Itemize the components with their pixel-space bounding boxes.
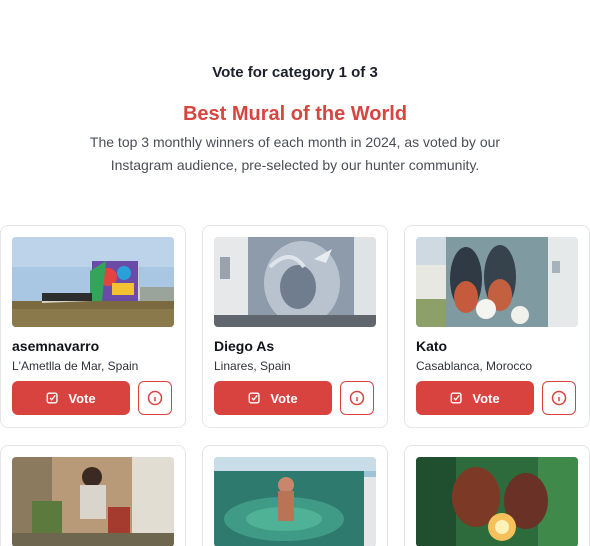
mural-photo[interactable] — [214, 457, 376, 546]
mural-photo[interactable] — [416, 457, 578, 546]
mural-card — [404, 445, 590, 546]
vote-label: Vote — [68, 390, 96, 406]
info-button[interactable] — [340, 381, 374, 415]
mural-location: Linares, Spain — [214, 359, 291, 373]
info-circle-icon — [147, 390, 163, 406]
category-step: Vote for category 1 of 3 — [212, 64, 378, 81]
mural-photo[interactable] — [12, 457, 174, 546]
mural-photo[interactable] — [214, 237, 376, 327]
mural-location: L'Ametlla de Mar, Spain — [12, 359, 139, 373]
checkbox-edit-icon — [249, 392, 261, 404]
mural-location: Casablanca, Morocco — [416, 359, 533, 373]
mural-card: asemnavarro L'Ametlla de Mar, Spain Vote — [0, 225, 186, 428]
artist-name: Diego As — [214, 338, 275, 354]
info-circle-icon — [551, 390, 567, 406]
vote-button[interactable]: Vote — [12, 381, 130, 415]
vote-label: Vote — [270, 390, 298, 406]
vote-button[interactable]: Vote — [214, 381, 332, 415]
checkbox-edit-icon — [451, 392, 463, 404]
mural-card: Diego As Linares, Spain Vote — [202, 225, 388, 428]
info-button[interactable] — [542, 381, 576, 415]
mural-photo[interactable] — [416, 237, 578, 327]
mural-photo[interactable] — [12, 237, 174, 327]
artist-name: Kato — [416, 338, 448, 354]
mural-card — [0, 445, 186, 546]
vote-label: Vote — [472, 390, 500, 406]
info-circle-icon — [349, 390, 365, 406]
artist-name: asemnavarro — [12, 338, 100, 354]
mural-card — [202, 445, 388, 546]
checkbox-edit-icon — [47, 392, 59, 404]
mural-card: Kato Casablanca, Morocco Vote — [404, 225, 590, 428]
category-description: The top 3 monthly winners of each month … — [89, 134, 501, 173]
vote-button[interactable]: Vote — [416, 381, 534, 415]
info-button[interactable] — [138, 381, 172, 415]
category-title: Best Mural of the World — [182, 103, 408, 125]
